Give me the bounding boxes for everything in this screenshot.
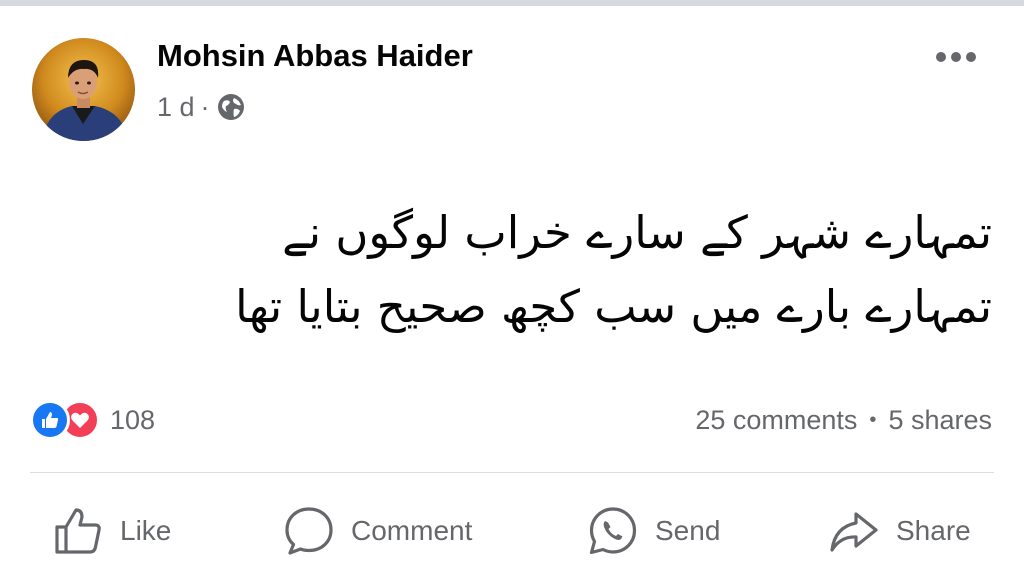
whatsapp-icon	[587, 505, 639, 557]
globe-icon[interactable]	[216, 92, 246, 122]
top-divider-strip	[0, 0, 1024, 6]
share-arrow-icon	[828, 505, 880, 557]
avatar-image	[32, 38, 135, 141]
more-options-button[interactable]	[926, 40, 986, 74]
share-label: Share	[896, 515, 971, 546]
post-meta: 1 d ·	[157, 90, 246, 124]
more-dots-icon	[936, 52, 976, 62]
like-label: Like	[120, 515, 172, 546]
action-bar-divider	[30, 472, 994, 473]
post-text: تمہارے شہر کے سارے خراب لوگوں نے تمہارے …	[100, 196, 992, 344]
post-time[interactable]: 1 d	[157, 92, 195, 123]
thumbs-up-icon	[52, 505, 104, 557]
shares-count-link[interactable]: 5 shares	[888, 405, 992, 436]
share-button[interactable]: Share	[828, 500, 971, 562]
meta-separator: ·	[200, 91, 210, 122]
send-button[interactable]: Send	[587, 500, 720, 562]
comment-label: Comment	[351, 515, 473, 546]
reactions-summary[interactable]: 108	[30, 398, 155, 442]
post-text-line-1: تمہارے شہر کے سارے خراب لوگوں نے	[282, 206, 992, 259]
like-button[interactable]: Like	[52, 500, 171, 562]
reaction-count: 108	[110, 404, 156, 435]
post-stats: 25 comments • 5 shares	[695, 398, 992, 442]
comment-bubble-icon	[283, 505, 335, 557]
send-label: Send	[655, 515, 721, 546]
post-text-line-2: تمہارے بارے میں سب کچھ صحیح بتایا تھا	[235, 280, 992, 333]
author-avatar[interactable]	[32, 38, 135, 141]
author-name[interactable]: Mohsin Abbas Haider	[157, 38, 473, 74]
stats-separator: •	[869, 408, 877, 431]
comment-button[interactable]: Comment	[283, 500, 472, 562]
comments-count-link[interactable]: 25 comments	[695, 405, 857, 436]
like-reaction-icon	[30, 400, 70, 440]
